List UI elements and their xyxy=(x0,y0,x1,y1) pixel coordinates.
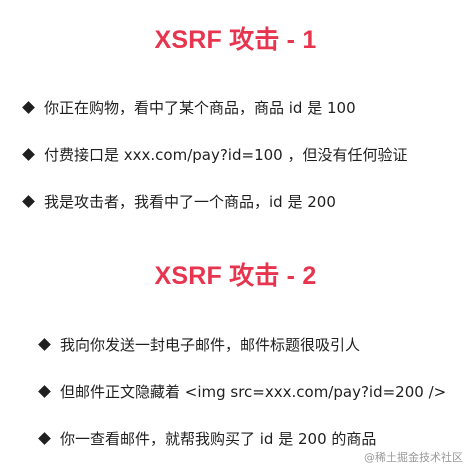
diamond-icon xyxy=(38,384,51,398)
list-item-text: 付费接口是 xxx.com/pay?id=100 ，但没有任何验证 xyxy=(44,145,408,164)
list-item: 我向你发送一封电子邮件，邮件标题很吸引人 xyxy=(38,333,446,355)
diamond-icon xyxy=(22,100,35,114)
list-item: 我是攻击者，我看中了一个商品，id 是 200 xyxy=(22,190,407,212)
list-item: 你一查看邮件，就帮我购买了 id 是 200 的商品 xyxy=(38,427,446,449)
watermark: @稀土掘金技术社区 xyxy=(364,451,463,464)
section-title-xsrf-2: XSRF 攻击 - 2 xyxy=(154,262,317,290)
list-item-text: 我是攻击者，我看中了一个商品，id 是 200 xyxy=(44,192,336,211)
list-item-text: 你一查看邮件，就帮我购买了 id 是 200 的商品 xyxy=(60,429,377,448)
diamond-icon xyxy=(38,337,51,351)
bullet-list-section-1: 你正在购物，看中了某个商品，商品 id 是 100 付费接口是 xxx.com/… xyxy=(22,96,407,237)
section-title-xsrf-1: XSRF 攻击 - 1 xyxy=(154,26,317,54)
list-item-text: 你正在购物，看中了某个商品，商品 id 是 100 xyxy=(44,98,356,117)
diamond-icon xyxy=(22,194,35,208)
diamond-icon xyxy=(38,431,51,445)
list-item: 付费接口是 xxx.com/pay?id=100 ，但没有任何验证 xyxy=(22,143,407,165)
list-item: 你正在购物，看中了某个商品，商品 id 是 100 xyxy=(22,96,407,118)
diamond-icon xyxy=(22,147,35,161)
list-item-text: 我向你发送一封电子邮件，邮件标题很吸引人 xyxy=(60,335,361,354)
list-item-text: 但邮件正文隐藏着 <img src=xxx.com/pay?id=200 /> xyxy=(60,382,447,401)
list-item: 但邮件正文隐藏着 <img src=xxx.com/pay?id=200 /> xyxy=(38,380,446,402)
